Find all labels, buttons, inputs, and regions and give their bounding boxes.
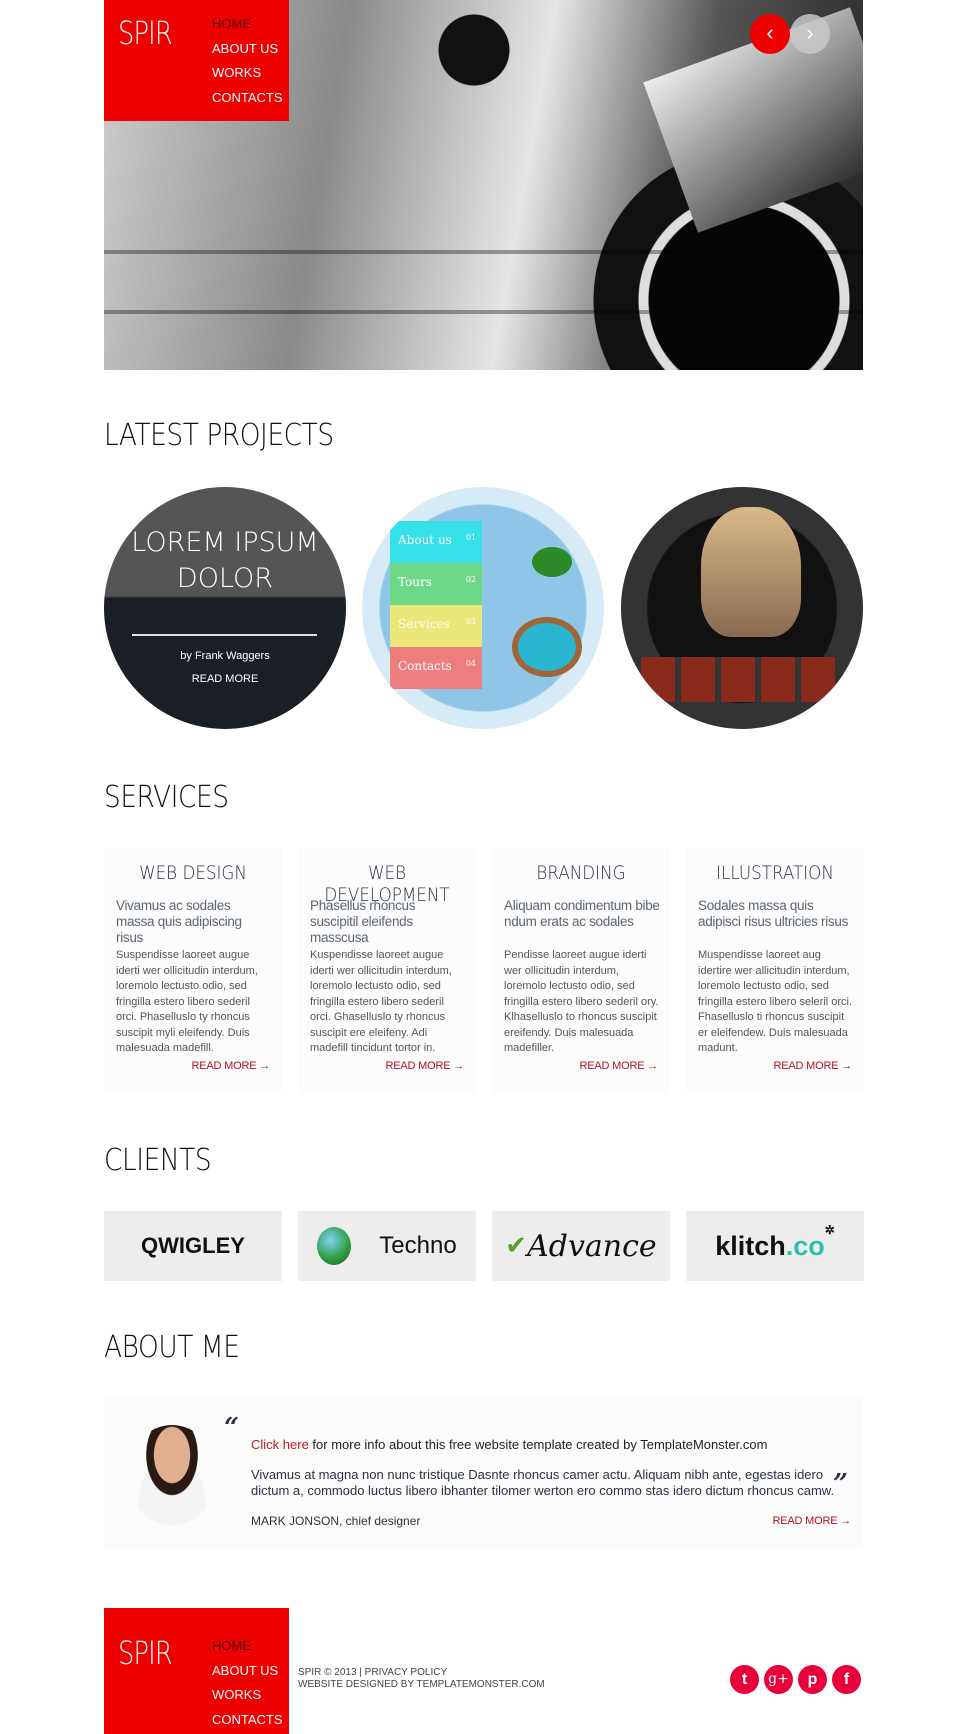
section-title-clients: CLIENTS [104,1143,212,1178]
service-card: WEB DESIGN Vivamus ac sodales massa quis… [104,848,282,1094]
footer-nav-box: SPIR HOME ABOUT US WORKS CONTACTS [104,1608,289,1734]
service-body: Suspendisse laoreet augue iderti wer oll… [116,949,258,1054]
project-title: DOLOR [176,563,274,594]
service-card: WEB DEVELOPMENT Phasellus rhoncus suscip… [298,848,476,1094]
decor [104,310,863,314]
testimonial-quote: Vivamus at magna non nunc tristique Dasn… [251,1467,835,1498]
click-here-link[interactable]: Click here [251,1437,309,1452]
thumb-menu-item: Services 03 [390,605,482,647]
read-more-link[interactable]: READ MORE → [773,1515,852,1527]
service-subtitle: Aliquam condimentum bibe ndum erats ac s… [504,898,660,929]
divider [132,634,317,636]
client-logo-techno[interactable]: Techno [298,1211,476,1281]
thumb-menu-item: About us 01 [390,521,482,563]
service-title: WEB DESIGN [139,862,247,884]
pinterest-icon[interactable]: p [798,1665,827,1694]
read-more-link[interactable]: READ MORE → [774,1060,853,1072]
client-logo-advance[interactable]: ✔ Advance [492,1211,670,1281]
quote-open-icon: “ [224,1413,239,1443]
testimonial-box: “ Click here for more info about this fr… [104,1397,863,1550]
facebook-icon[interactable]: f [832,1665,861,1694]
singer-image [701,507,801,637]
nav-home[interactable]: HOME [212,12,283,37]
project-read-more[interactable]: READ MORE [104,673,346,685]
footer-nav-about[interactable]: ABOUT US [212,1659,283,1684]
nav-about[interactable]: ABOUT US [212,37,283,62]
privacy-policy-link[interactable]: PRIVACY POLICY [365,1667,447,1678]
globe-icon [317,1227,352,1265]
sparkle-icon: ✲ [824,1223,835,1237]
service-card: ILLUSTRATION Sodales massa quis adipisci… [686,848,864,1094]
service-card: BRANDING Aliquam condimentum bibe ndum e… [492,848,670,1094]
google-plus-icon[interactable]: g+ [764,1665,793,1694]
section-title-services: SERVICES [104,780,229,815]
avatar [127,1425,217,1525]
header-nav-box: SPIR HOME ABOUT US WORKS CONTACTS [104,0,289,121]
footer-nav-contacts[interactable]: CONTACTS [212,1708,283,1733]
project-title: LOREM IPSUM [131,527,319,558]
service-subtitle: Sodales massa quis adipisci risus ultric… [698,898,849,929]
client-logo-klitch[interactable]: klitch. co ✲ [686,1211,864,1281]
service-body: Pendisse laoreet augue iderti wer ollici… [504,949,659,1054]
slider-prev-button[interactable]: ‹ [750,14,790,54]
decor [104,250,863,254]
project-thumb-music[interactable] [621,487,863,729]
read-more-link[interactable]: READ MORE → [580,1060,659,1072]
checkmark-icon: ✔ [505,1231,528,1261]
album-strip [641,657,841,702]
testimonial-author: MARK JONSON, chief designer [251,1514,421,1528]
logo[interactable]: SPIR [118,14,173,52]
island-image [512,617,582,677]
project-thumb-travel[interactable]: About us 01 Tours 02 Services 03 Contacts 04 [362,487,604,729]
read-more-link[interactable]: READ MORE → [386,1060,465,1072]
footer-text: SPIR © 2013 | PRIVACY POLICY WEBSITE DES… [298,1667,545,1690]
footer-credit: WEBSITE DESIGNED BY TEMPLATEMONSTER.COM [298,1679,545,1690]
footer-nav-works[interactable]: WORKS [212,1683,283,1708]
footer-logo[interactable]: SPIR [118,1634,173,1672]
service-title: ILLUSTRATION [716,862,834,884]
service-title: BRANDING [536,862,626,884]
client-logo-qwigley[interactable]: QWIGLEY [104,1211,282,1281]
project-author: by Frank Waggers [180,650,270,662]
thumb-menu-item: Contacts 04 [390,647,482,689]
nav-contacts[interactable]: CONTACTS [212,86,283,111]
service-subtitle: Vivamus ac sodales massa quis adipiscing… [116,898,242,945]
service-subtitle: Phasellus rhoncus suscipitil eleifends m… [310,898,416,945]
section-title-projects: LATEST PROJECTS [104,418,334,453]
nav-works[interactable]: WORKS [212,61,283,86]
footer-nav-home[interactable]: HOME [212,1634,283,1659]
service-body: Muspendisse laoreet aug idertire wer all… [698,949,853,1054]
palm-image [532,547,572,577]
slider-next-button[interactable]: › [790,14,830,54]
section-title-about: ABOUT ME [104,1330,240,1365]
twitter-icon[interactable]: t [730,1665,759,1694]
testimonial-intro: Click here for more info about this free… [251,1437,768,1452]
project-featured[interactable]: LOREM IPSUM DOLOR by Frank Waggers READ … [104,487,346,729]
thumb-menu-item: Tours 02 [390,563,482,605]
read-more-link[interactable]: READ MORE → [192,1060,271,1072]
footer-nav: HOME ABOUT US WORKS CONTACTS [212,1634,283,1732]
service-body: Kuspendisse laoreet augue iderti wer oll… [310,949,452,1054]
main-nav: HOME ABOUT US WORKS CONTACTS [212,12,283,110]
quote-close-icon: ” [833,1469,848,1499]
